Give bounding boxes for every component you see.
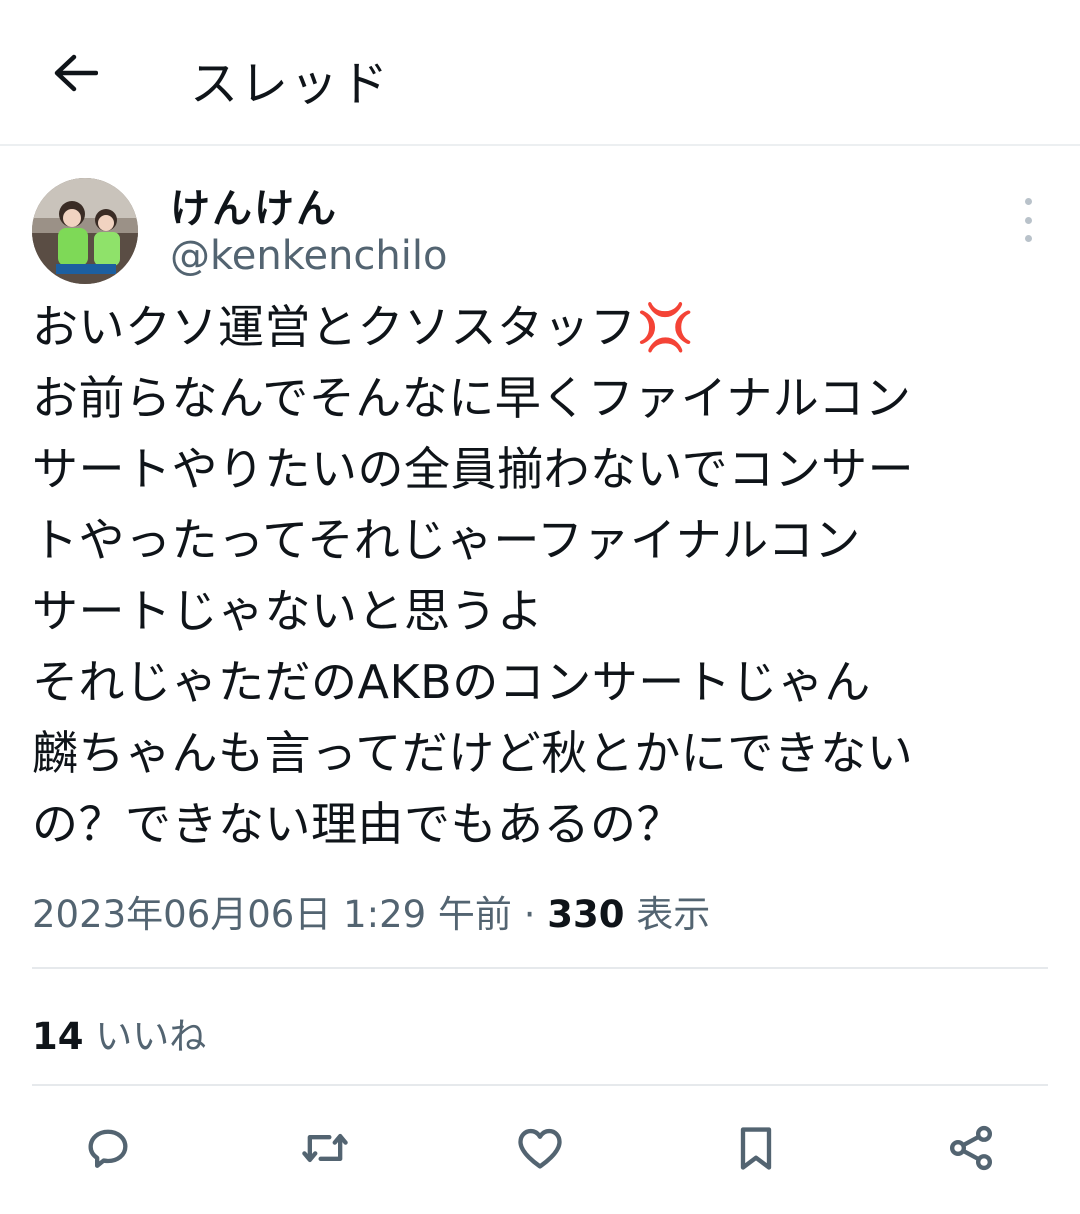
views-label: 表示 (636, 893, 711, 936)
back-button[interactable] (40, 42, 110, 104)
tweet-text-line: サートじゃないと思うよ (32, 584, 544, 638)
more-vertical-icon (1024, 198, 1032, 205)
tweet-metadata: 2023年06月06日 1:29 午前 · 330 表示 (32, 884, 710, 938)
tweet-text-line: トやったってそれじゃーファイナルコン (32, 513, 861, 567)
bookmark-button[interactable] (726, 1118, 786, 1178)
likes-count: 14 (32, 1015, 84, 1058)
more-options-button[interactable] (1008, 198, 1048, 242)
tweet-text-line: 麟ちゃんも言ってだけど秋とかにできない (32, 726, 914, 780)
more-vertical-icon-dot (1024, 235, 1032, 242)
share-icon (949, 1125, 993, 1171)
views-count: 330 (547, 893, 625, 936)
meta-separator: · (523, 893, 536, 936)
share-button[interactable] (941, 1118, 1001, 1178)
divider (32, 1084, 1048, 1086)
header-divider (0, 144, 1080, 146)
tweet-text-line: の？できない理由でもあるの？ (32, 797, 683, 851)
retweet-icon (302, 1133, 348, 1163)
like-button[interactable] (510, 1118, 570, 1178)
tweet-timestamp[interactable]: 2023年06月06日 1:29 午前 (32, 893, 512, 936)
top-bar: スレッド (0, 0, 1080, 144)
author-display-name[interactable]: けんけん (170, 176, 338, 234)
page-title: スレッド (190, 56, 391, 112)
divider (32, 967, 1048, 969)
tweet-text-line: サートやりたいの全員揃わないでコンサー (32, 442, 915, 496)
tweet-text-line: おいクソ運営とクソスタッフ💢 (32, 300, 695, 354)
arrow-left-icon (54, 54, 98, 92)
reply-icon (88, 1129, 128, 1168)
author-handle[interactable]: @kenkenchilo (170, 233, 447, 279)
likes-label: いいね (95, 1015, 207, 1058)
like-icon (518, 1128, 562, 1169)
avatar-image (32, 178, 138, 284)
reply-button[interactable] (78, 1118, 138, 1178)
more-vertical-icon-dot (1024, 216, 1032, 224)
tweet-text: おいクソ運営とクソスタッフ💢 お前らなんでそんなに早くファイナルコン サートやり… (32, 292, 1052, 860)
bookmark-icon (740, 1127, 772, 1170)
tweet-text-line: お前らなんでそんなに早くファイナルコン (32, 371, 912, 425)
avatar[interactable] (32, 178, 138, 284)
tweet-text-line: それじゃただのAKBのコンサートじゃん (32, 655, 871, 709)
retweet-button[interactable] (295, 1118, 355, 1178)
likes-summary[interactable]: 14 いいね (32, 1006, 206, 1060)
